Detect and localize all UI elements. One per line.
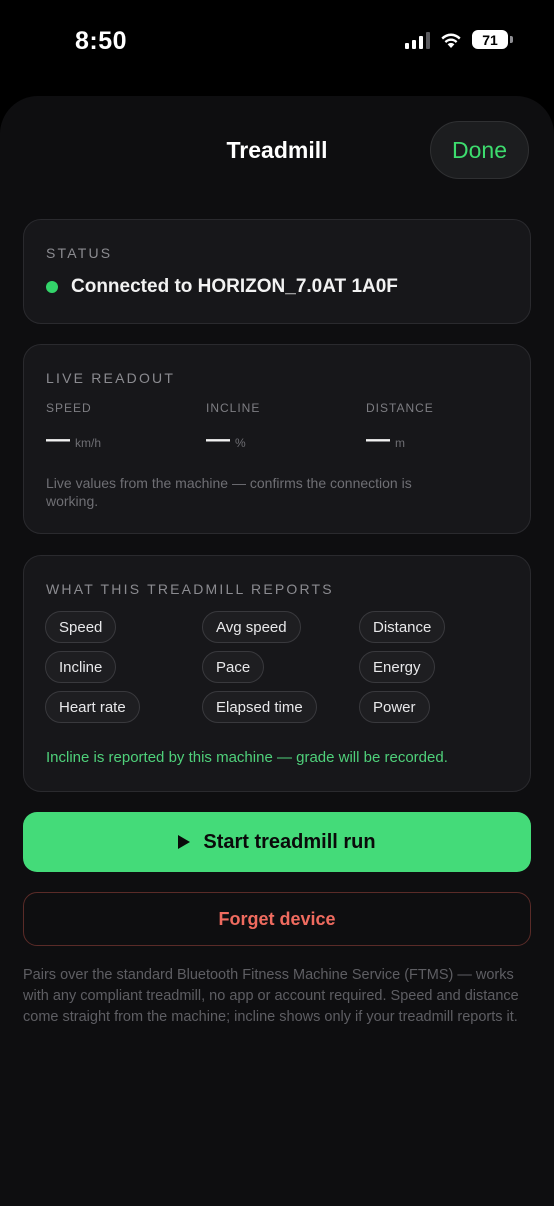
status-bar: 8:50 71 <box>0 0 554 84</box>
start-run-label: Start treadmill run <box>203 830 376 853</box>
incline-unit: % <box>235 436 246 450</box>
speed-metric: SPEED — km/h <box>46 401 101 454</box>
status-section-label: STATUS <box>46 245 113 261</box>
live-readout-card: LIVE READOUT SPEED — km/h INCLINE — % DI… <box>23 344 531 534</box>
connection-status: Connected to HORIZON_7.0AT 1A0F <box>46 276 398 298</box>
incline-value: — <box>206 426 230 453</box>
capability-chip: Energy <box>359 651 435 683</box>
speed-unit: km/h <box>75 436 102 450</box>
footer-note: Pairs over the standard Bluetooth Fitnes… <box>23 967 519 1025</box>
distance-value: — <box>366 426 390 453</box>
distance-unit: m <box>395 436 405 450</box>
incline-metric: INCLINE — % <box>206 401 260 454</box>
incline-supported-note: Incline is reported by this machine — gr… <box>46 749 448 766</box>
wifi-icon <box>441 33 461 48</box>
start-run-button[interactable]: Start treadmill run <box>23 812 531 872</box>
capability-chip: Distance <box>359 611 446 643</box>
done-button[interactable]: Done <box>430 121 529 179</box>
speed-label: SPEED <box>46 401 92 415</box>
status-card: STATUS Connected to HORIZON_7.0AT 1A0F <box>23 219 531 324</box>
capability-chip: Incline <box>45 651 117 683</box>
distance-label: DISTANCE <box>366 401 434 415</box>
reports-card: WHAT THIS TREADMILL REPORTS Speed Avg sp… <box>23 555 531 792</box>
capability-chip: Elapsed time <box>202 691 317 723</box>
cellular-signal-icon <box>405 31 430 49</box>
capability-chip: Avg speed <box>202 611 301 643</box>
connected-indicator-icon <box>46 281 58 293</box>
reports-section-label: WHAT THIS TREADMILL REPORTS <box>46 581 334 597</box>
capability-chip: Heart rate <box>45 691 140 723</box>
distance-metric: DISTANCE — m <box>366 401 434 454</box>
battery-icon: 71 <box>472 30 513 49</box>
play-icon <box>178 835 191 849</box>
connection-status-text: Connected to HORIZON_7.0AT 1A0F <box>71 276 398 297</box>
status-time: 8:50 <box>75 27 128 55</box>
incline-label: INCLINE <box>206 401 261 415</box>
live-readout-note: Live values from the machine — confirms … <box>46 475 412 509</box>
status-icons: 71 <box>405 30 513 49</box>
live-readout-label: LIVE READOUT <box>46 370 176 386</box>
forget-device-button[interactable]: Forget device <box>23 892 531 946</box>
speed-value: — <box>46 426 70 453</box>
capability-chip: Speed <box>45 611 117 643</box>
capability-chip: Power <box>359 691 430 723</box>
capability-chip: Pace <box>202 651 265 683</box>
